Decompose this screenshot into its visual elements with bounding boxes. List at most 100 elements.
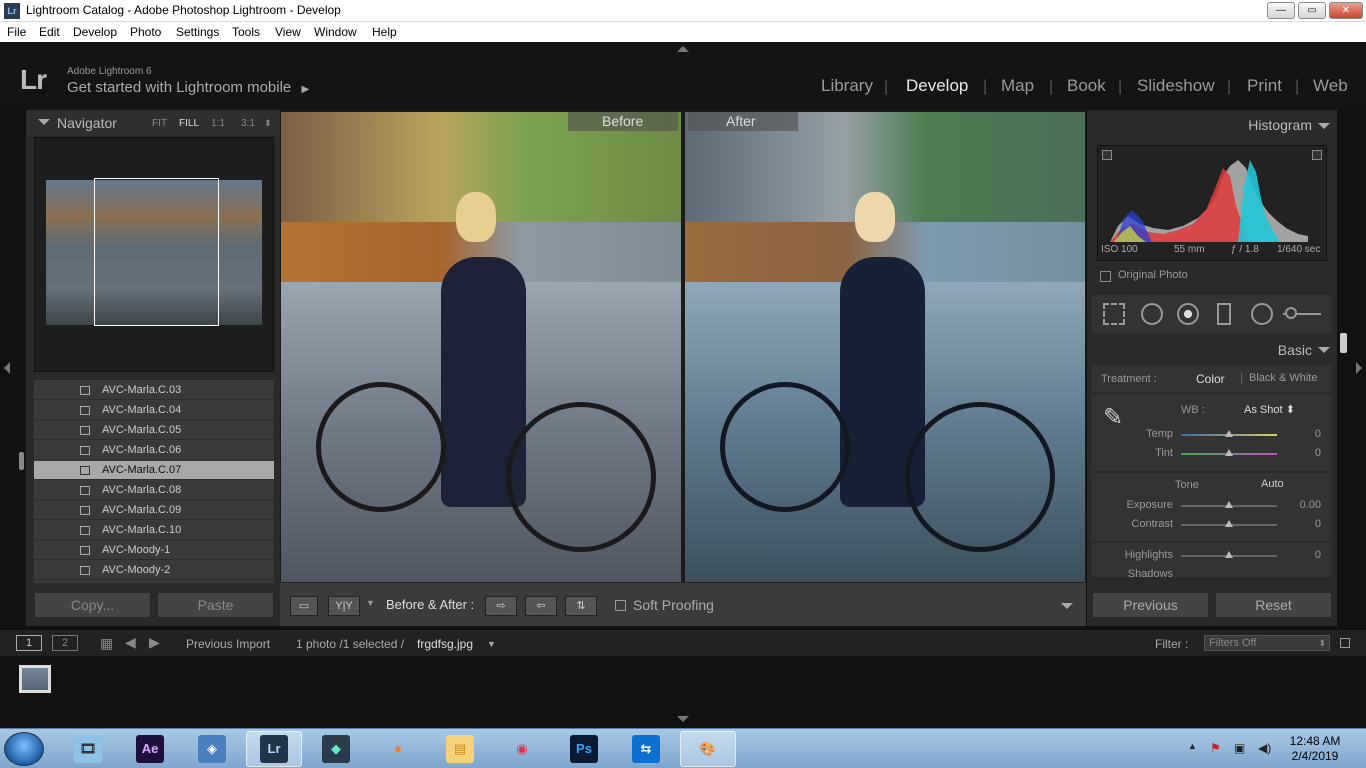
module-develop[interactable]: Develop: [906, 76, 968, 96]
taskbar-app-button[interactable]: Ps: [556, 731, 612, 767]
left-scrollbar-thumb[interactable]: [19, 452, 24, 470]
menu-view[interactable]: View: [275, 25, 301, 39]
loupe-view-icon[interactable]: ▭: [290, 596, 318, 616]
preset-item[interactable]: AVC-Marla.C.08: [34, 481, 274, 500]
taskbar-app-button[interactable]: ◈: [184, 731, 240, 767]
temp-slider-thumb[interactable]: [1225, 430, 1233, 437]
navigator-preview[interactable]: [34, 137, 274, 372]
radial-filter-icon[interactable]: [1251, 303, 1273, 325]
filmstrip-filename[interactable]: frgdfsg.jpg: [417, 637, 473, 651]
contrast-slider-thumb[interactable]: [1225, 520, 1233, 527]
treatment-color[interactable]: Color: [1196, 372, 1225, 386]
taskbar-app-button[interactable]: ⇆: [618, 731, 674, 767]
taskbar-app-button[interactable]: Lr: [246, 731, 302, 767]
wb-select[interactable]: As Shot ⬍: [1244, 403, 1295, 416]
tray-network-icon[interactable]: ▣: [1234, 741, 1245, 755]
menu-edit[interactable]: Edit: [39, 25, 60, 39]
preset-item[interactable]: AVC-Marla.C.07: [34, 461, 274, 480]
menu-help[interactable]: Help: [372, 25, 397, 39]
tint-slider-thumb[interactable]: [1225, 449, 1233, 456]
preset-item[interactable]: AVC-Marla.C.09: [34, 501, 274, 520]
original-photo-checkbox[interactable]: [1100, 271, 1111, 282]
filmstrip-thumbnail[interactable]: [19, 665, 51, 693]
tray-volume-icon[interactable]: ◀): [1258, 741, 1271, 755]
swap-settings-icon[interactable]: ⇅: [565, 596, 597, 616]
preset-item[interactable]: AVC-Moody-2: [34, 561, 274, 580]
start-button[interactable]: [4, 732, 44, 766]
filename-menu-icon[interactable]: ▼: [487, 639, 496, 649]
copy-after-to-before-icon[interactable]: ⇨: [485, 596, 517, 616]
module-slideshow[interactable]: Slideshow: [1137, 76, 1215, 96]
filmstrip-source[interactable]: Previous Import: [186, 637, 270, 651]
menu-develop[interactable]: Develop: [73, 25, 117, 39]
exposure-slider-thumb[interactable]: [1225, 501, 1233, 508]
histogram-title[interactable]: Histogram: [1087, 117, 1312, 133]
tray-flag-icon[interactable]: ⚑: [1210, 741, 1221, 755]
module-print[interactable]: Print: [1247, 76, 1282, 96]
right-scrollbar-thumb[interactable]: [1340, 333, 1347, 353]
taskbar-app-button[interactable]: ●: [370, 731, 426, 767]
shadow-clipping-icon[interactable]: [1102, 150, 1112, 160]
collapse-triangle-icon[interactable]: [1318, 347, 1330, 353]
lightroom-mobile-link[interactable]: Get started with Lightroom mobile ▶: [67, 79, 309, 96]
taskbar-app-button[interactable]: ◆: [308, 731, 364, 767]
graduated-filter-icon[interactable]: [1217, 303, 1231, 325]
minimize-button[interactable]: —: [1267, 2, 1295, 19]
paste-button[interactable]: Paste: [157, 592, 274, 618]
nav-zoom-1-1[interactable]: 1:1: [211, 118, 225, 129]
module-library[interactable]: Library: [821, 76, 873, 96]
preset-item[interactable]: AVC-Marla.C.03: [34, 381, 274, 400]
module-web[interactable]: Web: [1313, 76, 1348, 96]
bottom-panel-toggle-icon[interactable]: [677, 716, 689, 722]
reset-button[interactable]: Reset: [1215, 592, 1332, 618]
toolbar-menu-icon[interactable]: [1061, 603, 1073, 609]
maximize-button[interactable]: ▭: [1298, 2, 1326, 19]
filter-lock-icon[interactable]: [1340, 638, 1350, 648]
treatment-black-white[interactable]: Black & White: [1249, 372, 1317, 384]
nav-zoom-fit[interactable]: FIT: [152, 118, 167, 129]
after-photo[interactable]: [685, 112, 1085, 582]
highlights-slider-thumb[interactable]: [1225, 551, 1233, 558]
copy-button[interactable]: Copy...: [34, 592, 151, 618]
nav-zoom-3-1[interactable]: 3:1: [241, 118, 255, 129]
main-window-button[interactable]: 1: [16, 635, 42, 651]
menu-file[interactable]: File: [7, 25, 26, 39]
navigator-view-box[interactable]: [94, 178, 219, 326]
red-eye-icon[interactable]: [1177, 303, 1199, 325]
tray-expand-icon[interactable]: ▲: [1188, 741, 1197, 751]
taskbar-clock[interactable]: 12:48 AM 2/4/2019: [1280, 734, 1350, 764]
preset-item[interactable]: AVC-Marla.C.06: [34, 441, 274, 460]
module-map[interactable]: Map: [1001, 76, 1034, 96]
contrast-value[interactable]: 0: [1281, 518, 1321, 530]
exposure-value[interactable]: 0.00: [1281, 499, 1321, 511]
back-arrow-icon[interactable]: ◀: [125, 634, 136, 651]
highlights-value[interactable]: 0: [1281, 549, 1321, 561]
auto-tone-button[interactable]: Auto: [1261, 478, 1284, 490]
collapse-triangle-icon[interactable]: [1318, 123, 1330, 129]
crop-tool-icon[interactable]: [1103, 303, 1125, 325]
copy-before-to-after-icon[interactable]: ⇦: [525, 596, 557, 616]
basic-panel-title[interactable]: Basic: [1087, 342, 1337, 358]
highlight-clipping-icon[interactable]: [1312, 150, 1322, 160]
left-panel-toggle-icon[interactable]: [4, 362, 10, 374]
preset-item[interactable]: AVC-Marla.C.10: [34, 521, 274, 540]
top-panel-toggle-icon[interactable]: [677, 46, 689, 52]
forward-arrow-icon[interactable]: ▶: [149, 634, 160, 651]
tint-value[interactable]: 0: [1281, 447, 1321, 459]
taskbar-app-button[interactable]: 🎨: [680, 731, 736, 767]
grid-view-icon[interactable]: ▦: [100, 635, 113, 652]
temp-value[interactable]: 0: [1281, 428, 1321, 440]
taskbar-app-button[interactable]: ▤: [432, 731, 488, 767]
close-button[interactable]: ✕: [1329, 2, 1363, 19]
module-book[interactable]: Book: [1067, 76, 1106, 96]
previous-button[interactable]: Previous: [1092, 592, 1209, 618]
taskbar-app-button[interactable]: ◉: [494, 731, 550, 767]
preset-item[interactable]: AVC-Moody-1: [34, 541, 274, 560]
taskbar-app-button[interactable]: 🎞: [60, 731, 116, 767]
before-after-view-button[interactable]: Y|Y: [328, 596, 360, 616]
navigator-header[interactable]: Navigator FIT FILL 1:1 3:1 ⬍: [26, 110, 280, 136]
second-window-button[interactable]: 2: [52, 635, 78, 651]
right-panel-toggle-icon[interactable]: [1356, 362, 1362, 374]
preset-item[interactable]: AVC-Marla.C.05: [34, 421, 274, 440]
before-photo[interactable]: [281, 112, 681, 582]
